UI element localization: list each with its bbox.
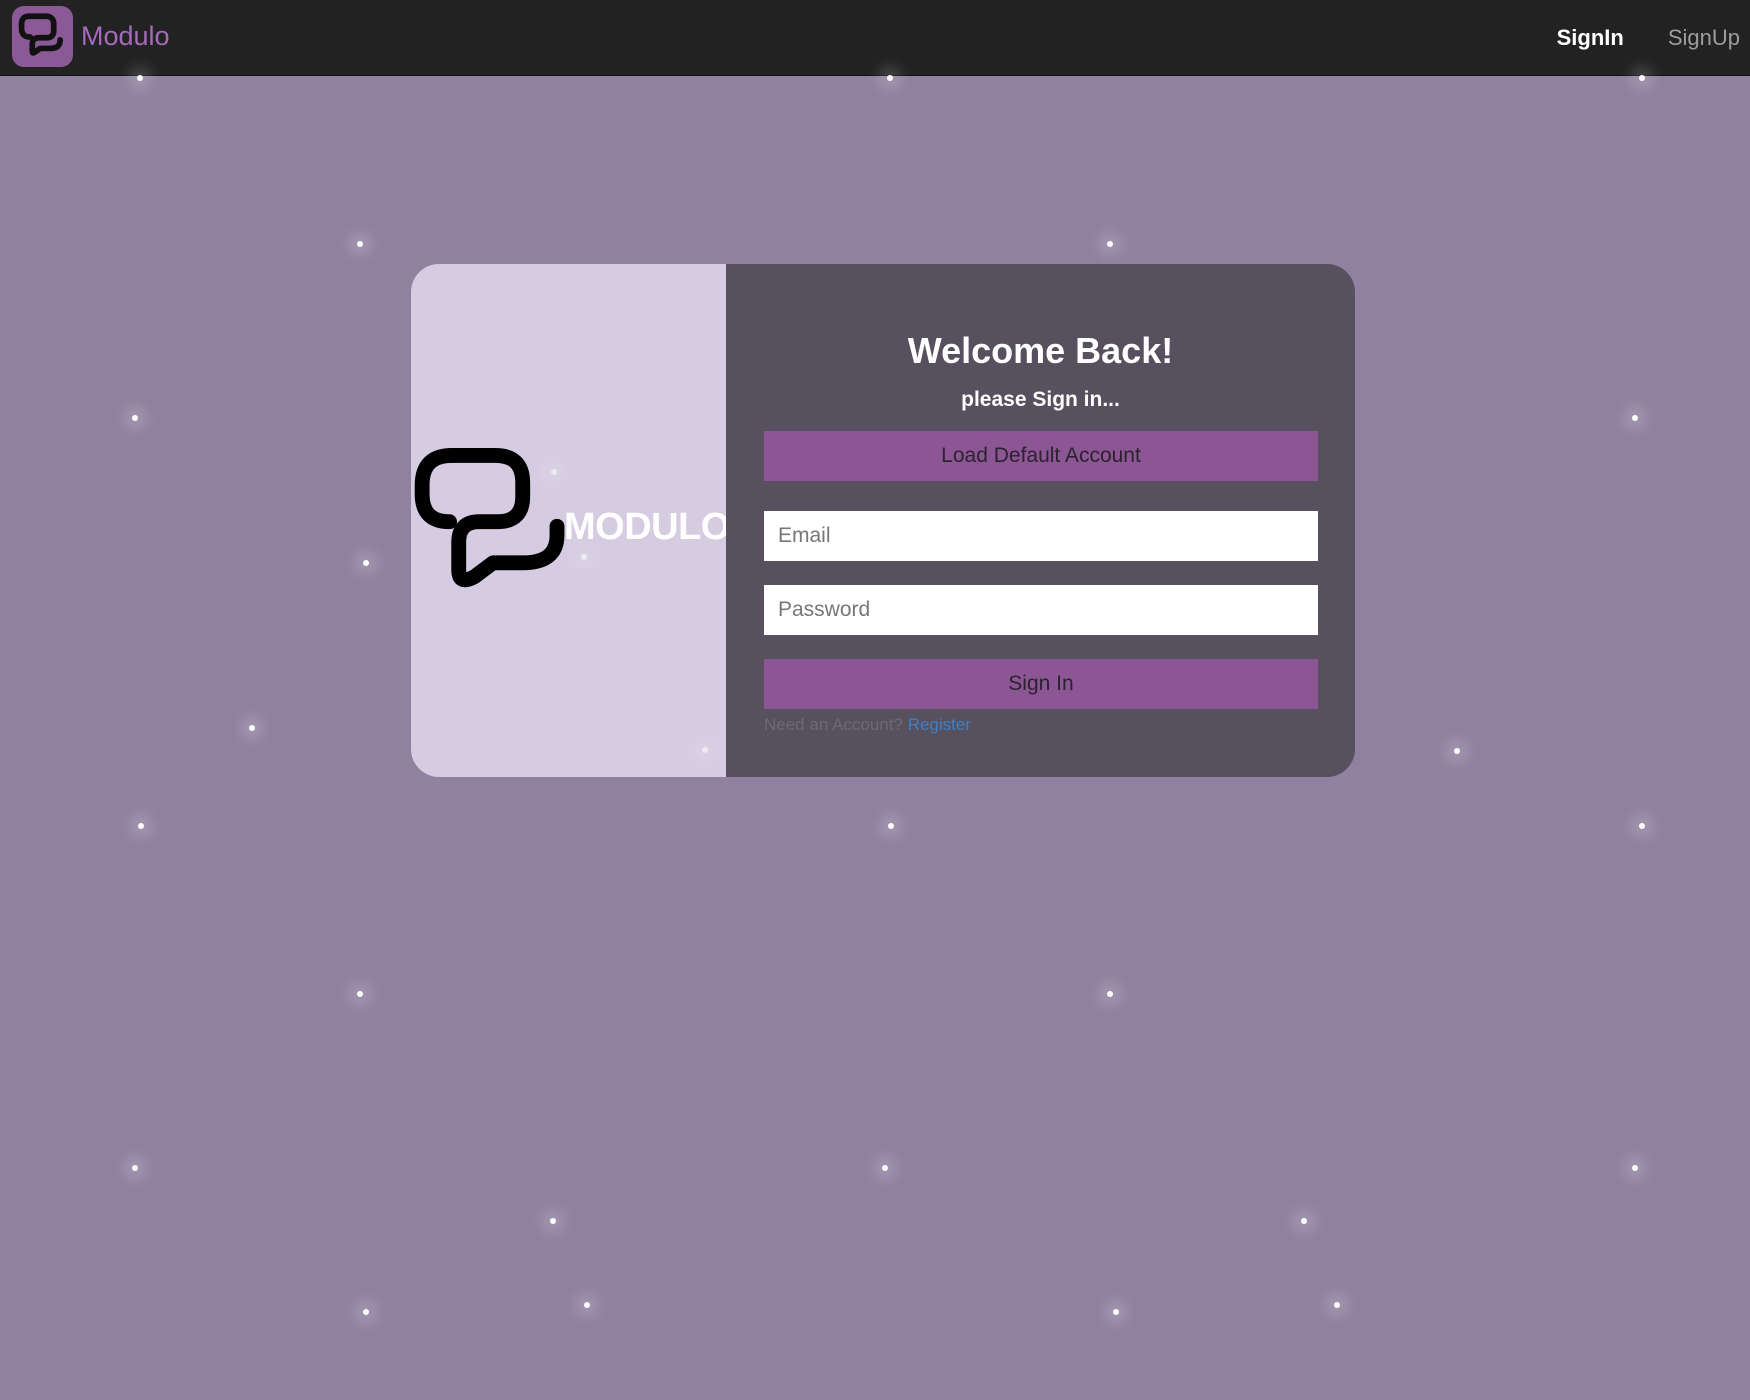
background-particle bbox=[550, 1218, 556, 1224]
card-logo-panel: MODULO bbox=[411, 264, 730, 777]
background-particle bbox=[138, 823, 144, 829]
password-field[interactable] bbox=[764, 585, 1318, 635]
background-particle bbox=[132, 415, 138, 421]
nav-signin-link[interactable]: SignIn bbox=[1557, 25, 1624, 51]
signin-subtitle: please Sign in... bbox=[961, 388, 1120, 411]
background-particle bbox=[1334, 1302, 1340, 1308]
background-particle bbox=[357, 991, 363, 997]
background-particle bbox=[1107, 241, 1113, 247]
background-particle bbox=[1301, 1218, 1307, 1224]
welcome-title: Welcome Back! bbox=[907, 330, 1174, 371]
background-particle bbox=[137, 75, 143, 81]
top-navbar: Modulo SignIn SignUp bbox=[0, 0, 1750, 76]
need-account-text: Need an Account? bbox=[764, 715, 903, 734]
brand-link[interactable]: Modulo bbox=[12, 6, 170, 67]
background-particle bbox=[249, 725, 255, 731]
background-particle bbox=[363, 560, 369, 566]
register-prompt: Need an Account? Register bbox=[764, 715, 971, 735]
background-particle bbox=[702, 747, 708, 753]
modulo-logo-icon bbox=[12, 6, 73, 67]
background-particle bbox=[551, 469, 557, 475]
background-particle bbox=[1639, 823, 1645, 829]
background-particle bbox=[1632, 1165, 1638, 1171]
sign-in-button[interactable]: Sign In bbox=[764, 659, 1318, 709]
email-field[interactable] bbox=[764, 511, 1318, 561]
background-particle bbox=[132, 1165, 138, 1171]
background-particle bbox=[1454, 748, 1460, 754]
nav-links: SignIn SignUp bbox=[1513, 0, 1740, 76]
background-particle bbox=[1632, 415, 1638, 421]
background-particle bbox=[1113, 1309, 1119, 1315]
background-particle bbox=[1107, 991, 1113, 997]
modulo-logo-icon bbox=[413, 444, 573, 609]
signin-form-panel: Welcome Back! please Sign in... Load Def… bbox=[726, 264, 1355, 777]
background-particle bbox=[1639, 75, 1645, 81]
background-particle bbox=[581, 554, 587, 560]
login-card: MODULO Welcome Back! please Sign in... L… bbox=[411, 264, 1355, 777]
brand-name: Modulo bbox=[81, 21, 170, 51]
background-particle bbox=[584, 1302, 590, 1308]
background-particle bbox=[363, 1309, 369, 1315]
background-particle bbox=[357, 241, 363, 247]
background-particle bbox=[882, 1165, 888, 1171]
load-default-account-button[interactable]: Load Default Account bbox=[764, 431, 1318, 481]
card-logo-text: MODULO bbox=[564, 506, 730, 548]
background-particle bbox=[887, 75, 893, 81]
background-particle bbox=[888, 823, 894, 829]
nav-signup-link[interactable]: SignUp bbox=[1668, 25, 1740, 51]
register-link[interactable]: Register bbox=[908, 715, 971, 734]
